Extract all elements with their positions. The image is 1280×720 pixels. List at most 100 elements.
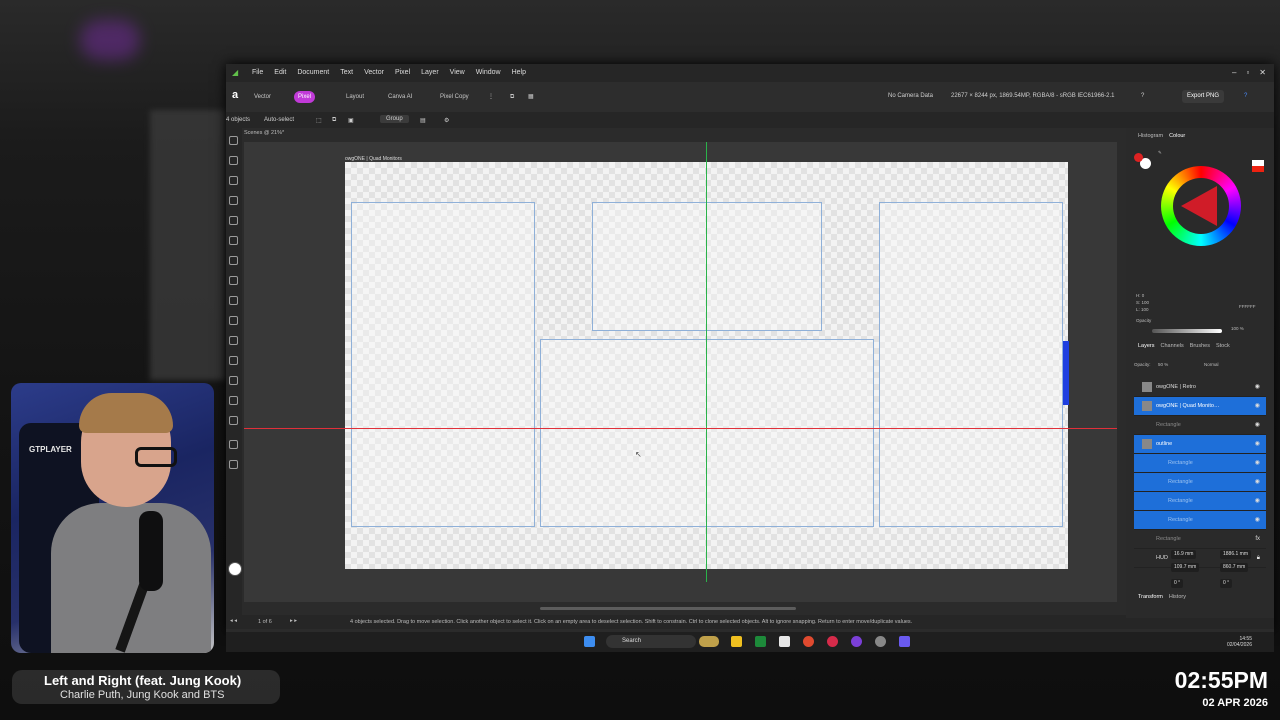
eyedropper-icon[interactable]: ✎ bbox=[1158, 150, 1162, 156]
monitor-rect-left[interactable] bbox=[351, 202, 535, 527]
tab-brushes[interactable]: Brushes bbox=[1190, 343, 1210, 349]
group-button[interactable]: Group bbox=[380, 115, 409, 123]
help-icon[interactable]: ? bbox=[1244, 93, 1247, 99]
export-png-button[interactable]: Export PNG bbox=[1181, 90, 1224, 103]
transform-x[interactable]: 16.9 mm bbox=[1171, 550, 1197, 559]
hand-tool-icon[interactable] bbox=[229, 440, 238, 449]
persona-vector[interactable]: Vector bbox=[250, 91, 275, 103]
persona-pixel[interactable]: Pixel bbox=[294, 91, 316, 103]
settings-icon[interactable]: ⚙ bbox=[444, 117, 449, 124]
document-tab[interactable]: Scenes @ 21%* bbox=[244, 130, 1122, 142]
tab-transform[interactable]: Transform bbox=[1138, 594, 1163, 600]
visibility-icon[interactable]: ◉ bbox=[1255, 416, 1260, 434]
tab-channels[interactable]: Channels bbox=[1161, 343, 1184, 349]
shape-tool-icon[interactable] bbox=[229, 376, 238, 385]
colour-triangle[interactable] bbox=[1181, 186, 1217, 226]
node-tool-icon[interactable] bbox=[229, 156, 238, 165]
lock-icon[interactable]: 🔒︎ bbox=[1257, 549, 1260, 567]
align-icon[interactable]: ▤ bbox=[420, 117, 426, 124]
eyedropper-tool-icon[interactable] bbox=[229, 416, 238, 425]
maximize-icon[interactable]: ▫ bbox=[1246, 68, 1249, 77]
taskbar-search[interactable]: Search bbox=[606, 635, 696, 648]
tab-stock[interactable]: Stock bbox=[1216, 343, 1230, 349]
minimize-icon[interactable]: – bbox=[1232, 68, 1236, 77]
layer-item[interactable]: Rectangle ◉ bbox=[1134, 511, 1266, 530]
close-window-icon[interactable]: ✕ bbox=[1259, 68, 1266, 77]
next-page-icon[interactable]: ▸ ▸ bbox=[290, 618, 297, 624]
chrome-icon[interactable] bbox=[803, 636, 814, 647]
colour-wheel[interactable] bbox=[1161, 166, 1241, 246]
transform-y[interactable]: 109.7 mm bbox=[1171, 563, 1200, 572]
menu-file[interactable]: File bbox=[252, 69, 263, 76]
visibility-icon[interactable]: ◉ bbox=[1255, 473, 1260, 491]
visibility-icon[interactable]: ◉ bbox=[1255, 492, 1260, 510]
app-taskbar-icon[interactable] bbox=[899, 636, 910, 647]
menu-view[interactable]: View bbox=[450, 69, 465, 76]
persona-layout[interactable]: Layout bbox=[342, 91, 368, 103]
tab-histogram[interactable]: Histogram bbox=[1138, 133, 1163, 139]
opacity-value[interactable]: 100 % bbox=[1231, 326, 1244, 331]
opacity-slider[interactable] bbox=[1152, 329, 1222, 333]
auto-select-checkbox[interactable]: Auto-select bbox=[264, 117, 294, 123]
stroke-swatch[interactable] bbox=[1134, 153, 1143, 162]
grid-icon[interactable]: ▦ bbox=[524, 91, 538, 103]
transform-shear[interactable]: 0 ° bbox=[1220, 579, 1233, 588]
hex-value[interactable]: FFFFFF bbox=[1239, 304, 1256, 309]
move-tool-icon[interactable] bbox=[229, 136, 238, 145]
colour-well[interactable] bbox=[228, 562, 242, 576]
crop-tool-icon[interactable] bbox=[229, 176, 238, 185]
menu-pixel[interactable]: Pixel bbox=[395, 69, 410, 76]
selection-tool-icon[interactable] bbox=[229, 196, 238, 205]
monitor-rect-right[interactable] bbox=[879, 202, 1063, 527]
menu-layer[interactable]: Layer bbox=[421, 69, 439, 76]
prev-page-icon[interactable]: ◂ ◂ bbox=[230, 618, 237, 624]
notion-icon[interactable] bbox=[779, 636, 790, 647]
widget-icon[interactable] bbox=[699, 636, 719, 647]
layer-item[interactable]: Rectangle ◉ bbox=[1134, 473, 1266, 492]
layer-item[interactable]: Rectangle ◉ bbox=[1134, 454, 1266, 473]
select-group-icon[interactable]: ▣ bbox=[348, 117, 354, 124]
horizontal-guide[interactable] bbox=[244, 428, 1117, 429]
monitor-rect-center[interactable] bbox=[540, 339, 874, 527]
persona-canva-ai[interactable]: Canva AI bbox=[384, 91, 416, 103]
affinity-taskbar-icon[interactable] bbox=[755, 636, 766, 647]
layer-item[interactable]: Rectangle ◉ bbox=[1134, 416, 1266, 435]
select-layer-icon[interactable]: ⧉ bbox=[332, 117, 336, 124]
layer-item[interactable]: outline ◉ bbox=[1134, 435, 1266, 454]
tab-history[interactable]: History bbox=[1169, 594, 1186, 600]
layer-item[interactable]: Rectangle fx bbox=[1134, 530, 1266, 549]
menu-edit[interactable]: Edit bbox=[274, 69, 286, 76]
zoom-tool-icon[interactable] bbox=[229, 460, 238, 469]
clone-tool-icon[interactable] bbox=[229, 316, 238, 325]
colour-mode-swatch[interactable] bbox=[1252, 160, 1264, 172]
layer-item[interactable]: owgONE | Quad Monito… ◉ bbox=[1134, 397, 1266, 416]
horizontal-scrollbar[interactable] bbox=[540, 607, 796, 610]
persona-pixel-copy[interactable]: Pixel Copy bbox=[436, 91, 473, 103]
menu-document[interactable]: Document bbox=[297, 69, 329, 76]
system-tray[interactable]: 14:55 02/04/2026 bbox=[1227, 636, 1252, 648]
blend-mode[interactable]: Normal bbox=[1204, 362, 1219, 367]
brush-tool-icon[interactable] bbox=[229, 236, 238, 245]
artboard[interactable]: ↖ bbox=[345, 142, 1069, 582]
settings-taskbar-icon[interactable] bbox=[875, 636, 886, 647]
vertical-guide[interactable] bbox=[706, 142, 707, 582]
layer-opacity[interactable]: 50 % bbox=[1158, 362, 1168, 367]
menu-help[interactable]: Help bbox=[512, 69, 526, 76]
tab-colour[interactable]: Colour bbox=[1169, 133, 1185, 139]
arrange-icon[interactable]: ⧉ bbox=[506, 91, 518, 103]
menu-window[interactable]: Window bbox=[476, 69, 501, 76]
smudge-tool-icon[interactable] bbox=[229, 296, 238, 305]
windows-start-icon[interactable] bbox=[584, 636, 595, 647]
fill-tool-icon[interactable] bbox=[229, 276, 238, 285]
visibility-icon[interactable]: ◉ bbox=[1255, 397, 1260, 415]
visibility-icon[interactable]: ◉ bbox=[1255, 511, 1260, 529]
text-tool-icon[interactable] bbox=[229, 396, 238, 405]
visibility-icon[interactable]: ◉ bbox=[1255, 454, 1260, 472]
wand-tool-icon[interactable] bbox=[229, 216, 238, 225]
blur-tool-icon[interactable] bbox=[229, 336, 238, 345]
help-tool-icon[interactable]: ? bbox=[1141, 93, 1144, 99]
selection-mode-icon[interactable]: ⬚ bbox=[316, 117, 322, 124]
fx-icon[interactable]: fx bbox=[1255, 530, 1260, 548]
visibility-icon[interactable]: ◉ bbox=[1255, 378, 1260, 396]
more-icon[interactable]: ⋮ bbox=[484, 91, 498, 103]
